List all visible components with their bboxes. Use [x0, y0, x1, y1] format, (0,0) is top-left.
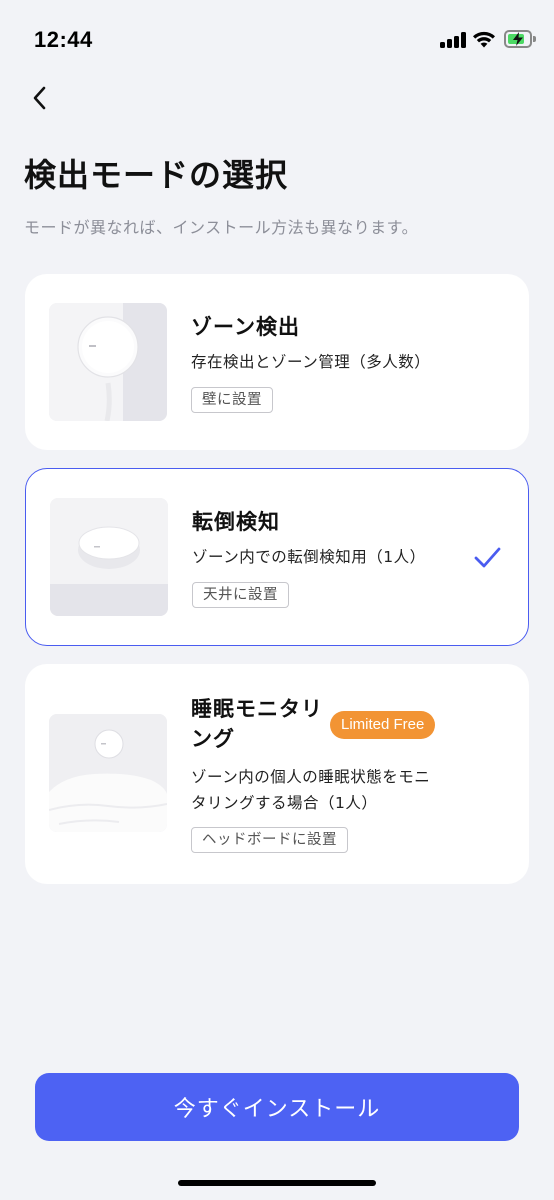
- cellular-signal-icon: [440, 32, 466, 48]
- chevron-left-icon: [33, 86, 46, 110]
- mode-title: ゾーン検出: [191, 315, 300, 339]
- home-indicator: [178, 1180, 376, 1186]
- mode-card-fall-detection[interactable]: 転倒検知 ゾーン内での転倒検知用（1人） 天井に設置: [25, 468, 529, 646]
- mode-card-sleep-monitoring[interactable]: 睡眠モニタリ ング Limited Free ゾーン内の個人の睡眠状態をモニ タ…: [25, 664, 529, 884]
- page-subtitle: モードが異なれば、インストール方法も異なります。: [24, 218, 419, 237]
- battery-icon: [504, 30, 536, 48]
- mode-description: 存在検出とゾーン管理（多人数）: [191, 353, 431, 371]
- mode-title: 睡眠モニタリ ング: [191, 694, 323, 754]
- installation-tag: 天井に設置: [192, 582, 289, 608]
- headboard-sensor-image: [49, 714, 167, 832]
- back-button[interactable]: [22, 80, 58, 116]
- mode-title: 転倒検知: [192, 510, 280, 534]
- mode-title-line-1: 睡眠モニタリ: [191, 697, 323, 721]
- install-now-button[interactable]: 今すぐインストール: [35, 1073, 519, 1141]
- installation-tag: 壁に設置: [191, 387, 273, 413]
- ceiling-mount-sensor-image: [50, 498, 168, 616]
- mode-description: ゾーン内の個人の睡眠状態をモニ タリングする場合（1人）: [191, 764, 430, 816]
- mode-description-line-1: ゾーン内の個人の睡眠状態をモニ: [191, 768, 431, 786]
- status-time: 12:44: [34, 27, 93, 52]
- mode-description: ゾーン内での転倒検知用（1人）: [192, 548, 426, 566]
- wifi-icon: [472, 29, 496, 53]
- status-bar: 12:44: [0, 0, 554, 80]
- mode-description-line-2: タリングする場合（1人）: [191, 794, 378, 812]
- page-title: 検出モードの選択: [24, 156, 289, 194]
- mode-title-line-2: ング: [191, 727, 235, 751]
- checkmark-icon: [474, 547, 501, 568]
- mode-card-zone-detection[interactable]: ゾーン検出 存在検出とゾーン管理（多人数） 壁に設置: [25, 274, 529, 450]
- installation-tag: ヘッドボードに設置: [191, 827, 348, 853]
- limited-free-badge: Limited Free: [330, 711, 436, 739]
- wall-mount-sensor-image: [49, 303, 167, 421]
